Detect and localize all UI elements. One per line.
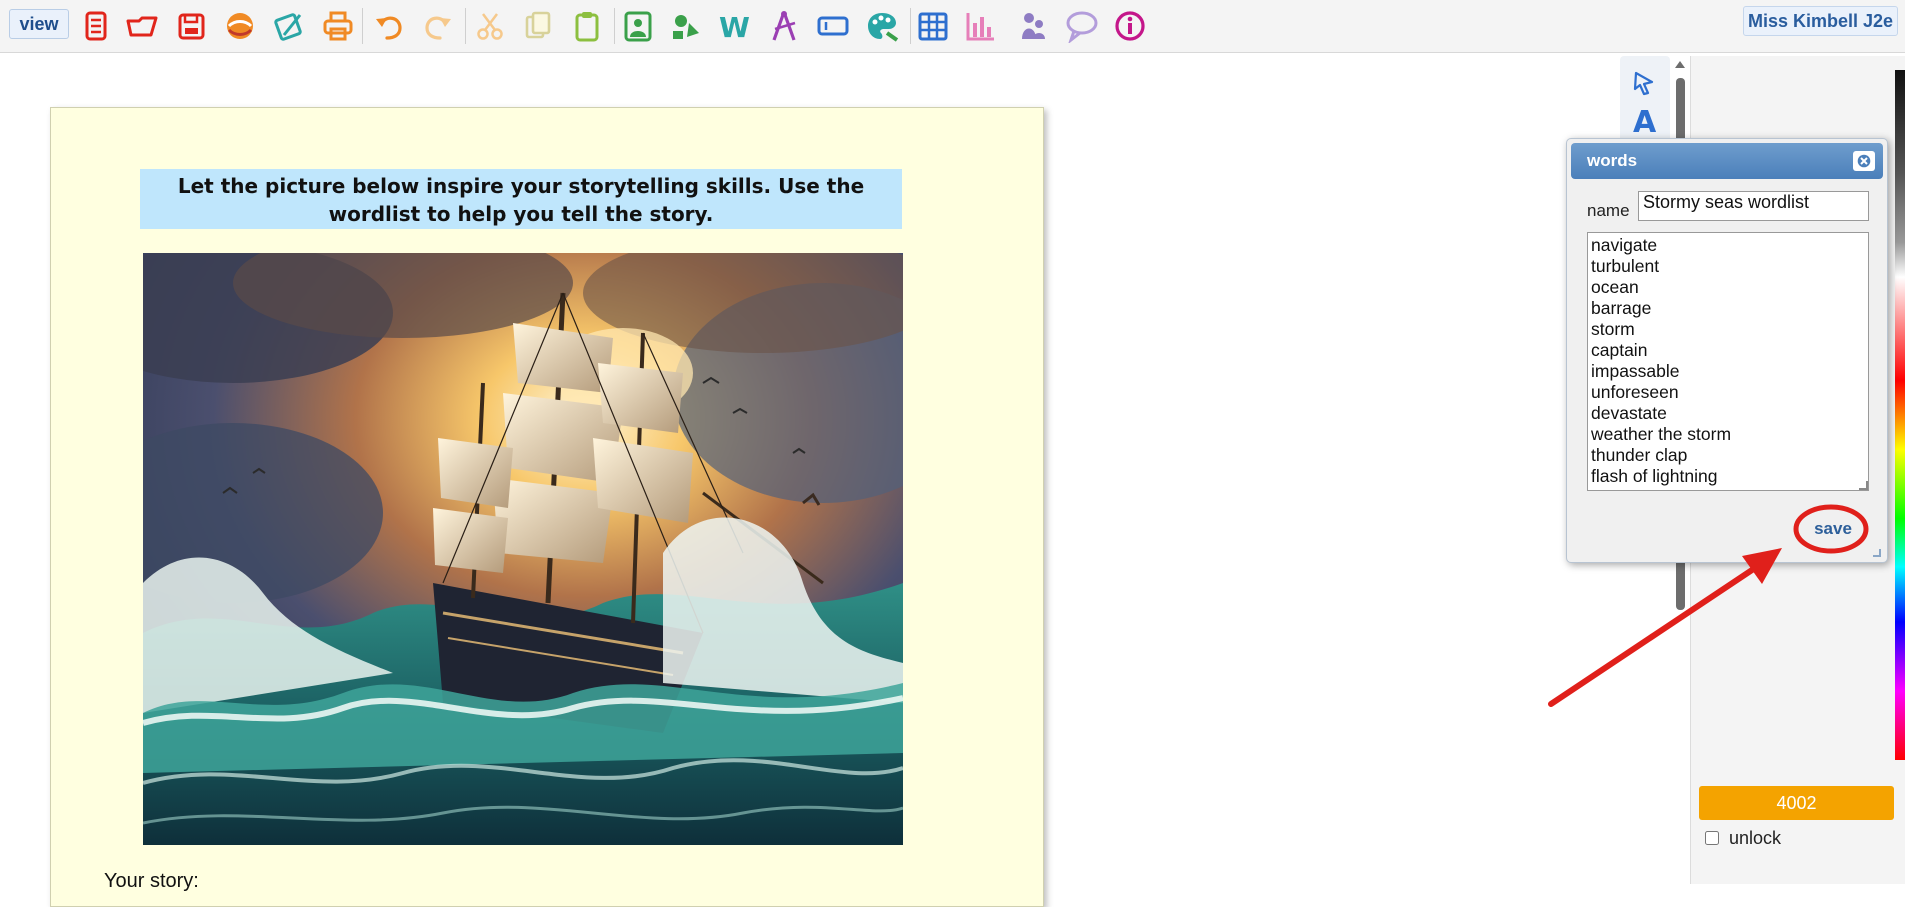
svg-text:A: A [1633, 105, 1657, 138]
unlock-checkbox[interactable] [1705, 831, 1719, 845]
paste-icon[interactable] [567, 8, 607, 44]
table-icon[interactable] [913, 8, 953, 44]
character-icon[interactable] [1013, 8, 1053, 44]
copy-icon[interactable] [518, 8, 558, 44]
paint-icon[interactable] [862, 8, 902, 44]
image-icon[interactable] [618, 8, 658, 44]
counter-badge: 4002 [1699, 786, 1894, 820]
word-icon[interactable]: W [714, 8, 754, 44]
word-item: ocean [1591, 277, 1639, 297]
word-item: captain [1591, 340, 1648, 360]
svg-text:W: W [719, 11, 750, 43]
speech-bubble-icon[interactable] [1062, 8, 1102, 44]
toolbar: view W Miss Kimbell J2e [0, 0, 1905, 53]
toolbar-divider [910, 8, 911, 44]
word-item: weather the storm [1591, 424, 1732, 444]
cut-icon[interactable] [470, 8, 510, 44]
word-item: impassable [1591, 361, 1680, 381]
share-icon[interactable] [220, 8, 260, 44]
name-label: name [1587, 201, 1630, 220]
text-tool-icon[interactable]: A [1630, 102, 1662, 140]
word-list-textarea[interactable]: navigate turbulent ocean barrage storm c… [1587, 232, 1869, 491]
save-button[interactable]: save [1801, 513, 1865, 545]
text-box-icon[interactable] [813, 8, 853, 44]
toolbar-divider [362, 8, 363, 44]
select-pointer-icon[interactable] [1632, 70, 1658, 96]
word-item: devastate [1591, 403, 1667, 423]
chart-icon[interactable] [961, 8, 1001, 44]
info-icon[interactable] [1110, 8, 1150, 44]
view-button[interactable]: view [9, 9, 69, 39]
user-name-badge[interactable]: Miss Kimbell J2e [1743, 6, 1898, 36]
word-item: storm [1591, 319, 1635, 339]
unlock-row: unlock [1705, 826, 1781, 850]
word-item: barrage [1591, 298, 1652, 318]
instruction-box[interactable]: Let the picture below inspire your story… [140, 169, 902, 229]
unlock-label: unlock [1729, 827, 1782, 848]
word-item: turbulent [1591, 256, 1660, 276]
color-palette[interactable] [1895, 70, 1905, 760]
scroll-up-icon[interactable] [1673, 58, 1687, 70]
wordlist-name-input[interactable]: Stormy seas wordlist [1638, 191, 1869, 221]
words-dialog: words name Stormy seas wordlist navigate… [1566, 138, 1888, 563]
print-icon[interactable] [318, 8, 358, 44]
dialog-title[interactable]: words [1571, 143, 1883, 179]
close-icon[interactable] [1853, 151, 1875, 171]
textarea-resize-handle[interactable] [1859, 481, 1868, 490]
stormy-ship-picture[interactable] [143, 253, 903, 845]
open-icon[interactable] [122, 8, 162, 44]
word-item: navigate [1591, 235, 1658, 255]
new-page-icon[interactable] [76, 8, 116, 44]
toolbar-divider [614, 8, 615, 44]
word-item: thunder clap [1591, 445, 1688, 465]
draw-icon[interactable] [764, 8, 804, 44]
undo-icon[interactable] [369, 8, 409, 44]
toolbar-divider [465, 8, 466, 44]
shapes-icon[interactable] [666, 8, 706, 44]
word-item: flash of lightning [1591, 466, 1718, 486]
word-item: unforeseen [1591, 382, 1679, 402]
dialog-title-text: words [1587, 151, 1638, 170]
dialog-resize-grip[interactable] [1873, 549, 1881, 557]
document-page: Let the picture below inspire your story… [50, 107, 1044, 907]
redo-icon[interactable] [418, 8, 458, 44]
save-icon[interactable] [172, 8, 212, 44]
edit-icon[interactable] [269, 8, 309, 44]
ship-illustration [143, 253, 903, 845]
story-label: Your story: [104, 870, 199, 892]
